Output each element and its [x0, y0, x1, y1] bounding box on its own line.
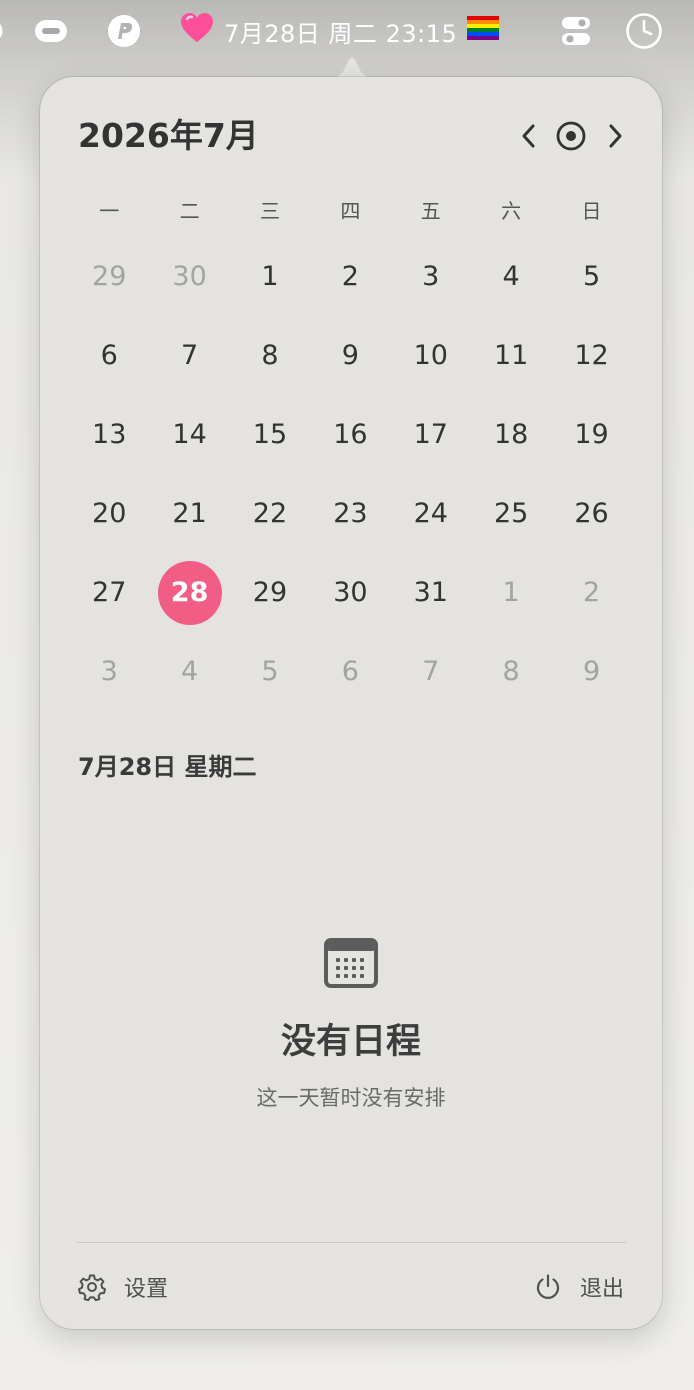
- calendar-header: 2026年7月: [78, 113, 628, 159]
- day-cell-next-month[interactable]: 9: [551, 632, 631, 711]
- day-cell[interactable]: 22: [230, 474, 310, 553]
- quit-button[interactable]: 退出: [534, 1267, 624, 1307]
- quit-label: 退出: [580, 1277, 625, 1302]
- day-cell[interactable]: 3: [391, 237, 471, 316]
- weekday-label: 一: [99, 199, 120, 223]
- day-cell[interactable]: 29: [230, 553, 310, 632]
- day-cell[interactable]: 4: [471, 237, 551, 316]
- chevron-right-icon: [609, 124, 622, 148]
- power-icon: [536, 1274, 560, 1299]
- toggle-icon[interactable]: [33, 12, 69, 50]
- day-cell[interactable]: 19: [551, 395, 631, 474]
- day-cell[interactable]: 7: [149, 316, 229, 395]
- day-cell[interactable]: 23: [310, 474, 390, 553]
- menubar-clock[interactable]: 7月28日 周二 23:15: [180, 10, 500, 52]
- weekday-label: 五: [420, 199, 441, 223]
- weekday-label: 三: [259, 199, 280, 223]
- day-cell[interactable]: 16: [310, 395, 390, 474]
- day-cell-next-month[interactable]: 1: [471, 553, 551, 632]
- clock-icon[interactable]: [624, 12, 664, 50]
- weekday-label: 二: [179, 199, 200, 223]
- footer-divider: [77, 1242, 626, 1243]
- day-cell-next-month[interactable]: 8: [471, 632, 551, 711]
- day-cell[interactable]: 21: [149, 474, 229, 553]
- week-row: 20 21 22 23 24 25 26: [69, 474, 632, 553]
- today-highlight: 28: [157, 560, 222, 625]
- week-row: 13 14 15 16 17 18 19: [69, 395, 632, 474]
- gear-icon: [78, 1274, 106, 1301]
- day-cell[interactable]: 6: [69, 316, 149, 395]
- empty-state-subtitle: 这一天暂时没有安排: [256, 1086, 446, 1110]
- day-cell[interactable]: 1: [230, 237, 310, 316]
- menubar-date-text: 7月28日 周二 23:15: [224, 19, 458, 48]
- day-cell[interactable]: 8: [230, 316, 310, 395]
- weekday-label: 四: [340, 199, 361, 223]
- week-row: 27 28 29 30 31 1 2: [69, 553, 632, 632]
- weekday-label: 六: [501, 199, 522, 223]
- menu-bar: 7月28日 周二 23:15: [0, 0, 694, 62]
- calendar-grid: 一 二 三 四 五 六 日 29 30 1 2 3 4 5 6 7 8 9 10…: [69, 185, 632, 711]
- day-cell[interactable]: 25: [471, 474, 551, 553]
- today-button[interactable]: [554, 119, 588, 153]
- day-cell[interactable]: 31: [391, 553, 471, 632]
- control-center-icon[interactable]: [559, 12, 593, 50]
- weekday-label: 日: [581, 199, 602, 223]
- month-title: 2026年7月: [78, 116, 259, 155]
- prev-month-button[interactable]: [512, 119, 546, 153]
- day-cell-prev-month[interactable]: 29: [69, 237, 149, 316]
- next-month-button[interactable]: [598, 119, 632, 153]
- paypal-icon[interactable]: [106, 12, 142, 50]
- heart-emoji-icon: [180, 12, 214, 50]
- day-cell[interactable]: 26: [551, 474, 631, 553]
- empty-state: 没有日程 这一天暂时没有安排: [40, 937, 662, 1112]
- week-row: 29 30 1 2 3 4 5: [69, 237, 632, 316]
- day-cell[interactable]: 2: [310, 237, 390, 316]
- settings-label: 设置: [124, 1277, 169, 1302]
- day-cell[interactable]: 12: [551, 316, 631, 395]
- day-cell[interactable]: 13: [69, 395, 149, 474]
- day-cell-today[interactable]: 28: [149, 553, 229, 632]
- day-cell[interactable]: 15: [230, 395, 310, 474]
- rainbow-flag-icon: [467, 16, 500, 46]
- day-cell[interactable]: 24: [391, 474, 471, 553]
- day-cell-prev-month[interactable]: 30: [149, 237, 229, 316]
- day-cell[interactable]: 20: [69, 474, 149, 553]
- day-cell-next-month[interactable]: 7: [391, 632, 471, 711]
- calendar-popover: 2026年7月 一 二 三 四 五 六 日 29 30 1 2 3 4 5 6 …: [40, 77, 662, 1329]
- weekday-header-row: 一 二 三 四 五 六 日: [69, 185, 632, 237]
- day-cell-next-month[interactable]: 4: [149, 632, 229, 711]
- week-row: 3 4 5 6 7 8 9: [69, 632, 632, 711]
- day-cell[interactable]: 17: [391, 395, 471, 474]
- day-cell[interactable]: 9: [310, 316, 390, 395]
- selected-date-heading: 7月28日 星期二: [78, 753, 257, 781]
- day-cell[interactable]: 10: [391, 316, 471, 395]
- partial-menu-icon[interactable]: [0, 12, 8, 50]
- day-cell[interactable]: 11: [471, 316, 551, 395]
- day-cell[interactable]: 30: [310, 553, 390, 632]
- day-cell[interactable]: 27: [69, 553, 149, 632]
- calendar-icon: [324, 938, 378, 988]
- settings-button[interactable]: 设置: [78, 1267, 168, 1307]
- empty-state-title: 没有日程: [280, 1022, 421, 1062]
- today-target-icon: [556, 121, 586, 151]
- day-cell-next-month[interactable]: 6: [310, 632, 390, 711]
- week-row: 6 7 8 9 10 11 12: [69, 316, 632, 395]
- day-cell[interactable]: 5: [551, 237, 631, 316]
- day-cell[interactable]: 14: [149, 395, 229, 474]
- day-cell-next-month[interactable]: 3: [69, 632, 149, 711]
- day-cell-next-month[interactable]: 5: [230, 632, 310, 711]
- day-cell[interactable]: 18: [471, 395, 551, 474]
- chevron-left-icon: [522, 124, 535, 148]
- day-cell-next-month[interactable]: 2: [551, 553, 631, 632]
